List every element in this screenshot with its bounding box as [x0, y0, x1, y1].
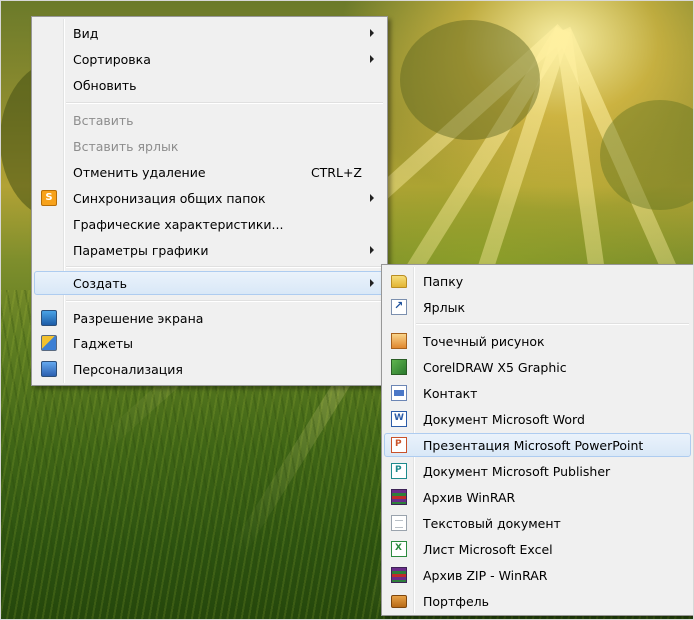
submenu-item-powerpoint[interactable]: Презентация Microsoft PowerPoint — [384, 433, 691, 457]
menu-item-graphics-options[interactable]: Параметры графики — [34, 238, 385, 262]
menu-item-sync-shared-folders[interactable]: S Синхронизация общих папок — [34, 186, 385, 210]
contact-icon — [391, 385, 407, 401]
submenu-item-briefcase[interactable]: Портфель — [384, 589, 691, 613]
sync-icon: S — [41, 190, 57, 206]
winrar-icon — [391, 489, 407, 505]
word-document-icon — [391, 411, 407, 427]
submenu-item-bitmap[interactable]: Точечный рисунок — [384, 329, 691, 353]
submenu-item-text-document[interactable]: Текстовый документ — [384, 511, 691, 535]
submenu-arrow-icon — [370, 246, 374, 254]
submenu-arrow-icon — [370, 279, 374, 287]
bitmap-icon — [391, 333, 407, 349]
submenu-item-shortcut[interactable]: Ярлык — [384, 295, 691, 319]
submenu-item-coreldraw[interactable]: CorelDRAW X5 Graphic — [384, 355, 691, 379]
submenu-item-contact[interactable]: Контакт — [384, 381, 691, 405]
menu-item-paste-shortcut: Вставить ярлык — [73, 139, 179, 154]
excel-icon — [391, 541, 407, 557]
briefcase-icon — [391, 595, 407, 608]
create-submenu: Папку Ярлык Точечный рисунок CorelDRAW X… — [381, 264, 694, 616]
menu-separator — [416, 323, 689, 325]
text-document-icon — [391, 515, 407, 531]
menu-item-graphics-properties[interactable]: Графические характеристики... — [34, 212, 385, 236]
menu-separator — [66, 266, 383, 268]
powerpoint-icon — [391, 437, 407, 453]
coreldraw-icon — [391, 359, 407, 375]
menu-item-view[interactable]: Вид — [34, 21, 385, 45]
submenu-item-zip-winrar[interactable]: Архив ZIP - WinRAR — [384, 563, 691, 587]
winrar-zip-icon — [391, 567, 407, 583]
submenu-item-word-document[interactable]: Документ Microsoft Word — [384, 407, 691, 431]
submenu-item-publisher[interactable]: Документ Microsoft Publisher — [384, 459, 691, 483]
gadgets-icon — [41, 335, 57, 351]
personalization-icon — [41, 361, 57, 377]
menu-item-paste: Вставить — [73, 113, 134, 128]
submenu-item-folder[interactable]: Папку — [384, 269, 691, 293]
menu-item-create[interactable]: Создать — [34, 271, 385, 295]
submenu-item-winrar[interactable]: Архив WinRAR — [384, 485, 691, 509]
folder-icon — [391, 275, 407, 288]
shortcut-icon — [391, 299, 407, 315]
submenu-item-excel[interactable]: Лист Microsoft Excel — [384, 537, 691, 561]
menu-item-undo-delete[interactable]: Отменить удаление CTRL+Z — [34, 160, 385, 184]
desktop-context-menu: Вид Сортировка Обновить Вставить Вставит… — [31, 16, 388, 386]
menu-separator — [66, 102, 383, 104]
submenu-arrow-icon — [370, 194, 374, 202]
menu-item-gadgets[interactable]: Гаджеты — [34, 331, 385, 355]
submenu-arrow-icon — [370, 29, 374, 37]
publisher-icon — [391, 463, 407, 479]
menu-item-refresh[interactable]: Обновить — [34, 73, 385, 97]
menu-item-personalization[interactable]: Персонализация — [34, 357, 385, 381]
menu-separator — [66, 300, 383, 302]
submenu-arrow-icon — [370, 55, 374, 63]
menu-item-sort[interactable]: Сортировка — [34, 47, 385, 71]
menu-item-screen-resolution[interactable]: Разрешение экрана — [34, 306, 385, 330]
shortcut-label: CTRL+Z — [310, 165, 362, 180]
screen-resolution-icon — [41, 310, 57, 326]
